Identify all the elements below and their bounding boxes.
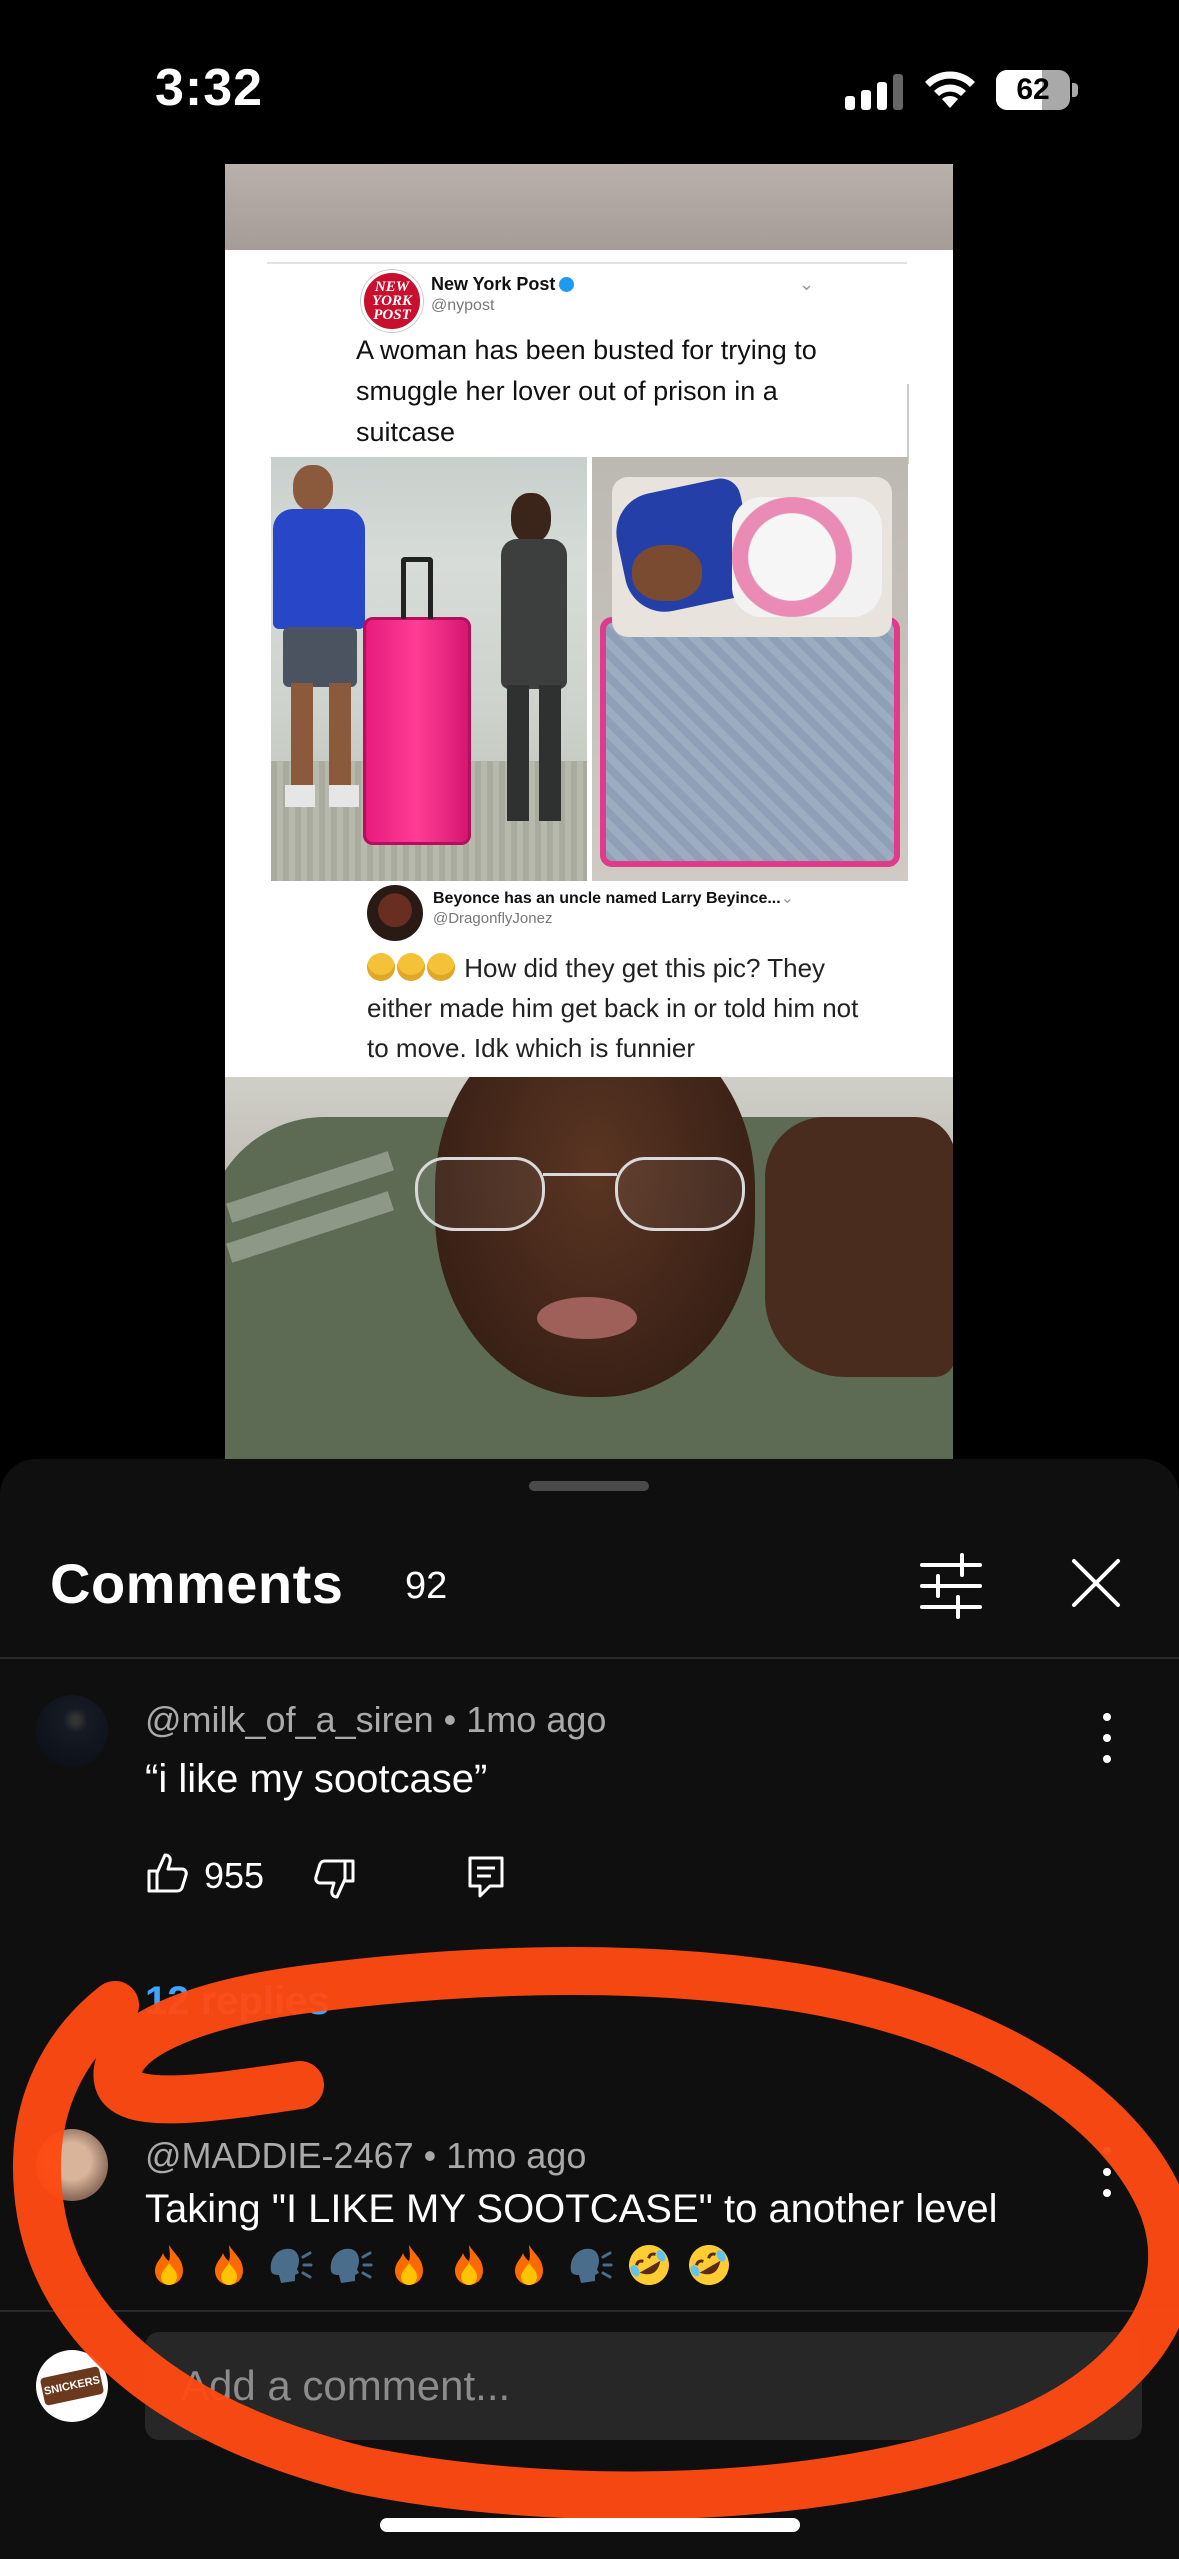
- reply-text: How did they get this pic? They either m…: [367, 953, 859, 1063]
- chevron-down-icon: ⌄: [799, 274, 815, 294]
- commenter-avatar[interactable]: [36, 1695, 108, 1767]
- home-indicator[interactable]: [380, 2518, 800, 2532]
- screen: 3:32 62 NEW YORK POST New York Post @nyp…: [0, 0, 1179, 2559]
- laughing-emoji-icon: [427, 953, 455, 982]
- rofl-emoji-icon: [685, 2241, 733, 2289]
- comment-age: 1mo ago: [446, 2135, 587, 2176]
- speaking-head-emoji-icon: [265, 2241, 313, 2289]
- my-avatar[interactable]: SNICKERS: [36, 2350, 108, 2422]
- fire-emoji-icon: [145, 2241, 193, 2289]
- battery-percent: 62: [1016, 73, 1050, 106]
- comment-author: @milk_of_a_siren: [145, 1699, 434, 1740]
- more-options-icon[interactable]: [1100, 1713, 1114, 1763]
- tweet-side-rule: [907, 384, 909, 464]
- reply-author: Beyonce has an uncle named Larry Beyince…: [433, 890, 795, 907]
- tweet-screenshot: NEW YORK POST New York Post @nypost ⌄ A …: [225, 250, 953, 1077]
- view-replies-link[interactable]: 12 replies: [145, 1979, 330, 2024]
- creator-face-frame: [225, 1077, 953, 1459]
- tweet-photo-suitcase: [592, 457, 908, 881]
- comment-age: 1mo ago: [466, 1699, 607, 1740]
- verified-badge-icon: [559, 276, 575, 292]
- comments-sheet: Comments 92 @milk_of_a_siren • 1mo ago “…: [0, 1459, 1179, 2559]
- speaking-head-emoji-icon: [325, 2241, 373, 2289]
- sort-filter-icon[interactable]: [918, 1553, 984, 1619]
- tweet-text: A woman has been busted for trying to sm…: [356, 335, 817, 447]
- header-divider: [0, 1657, 1179, 1659]
- laughing-emoji-icon: [367, 953, 395, 982]
- commenter-avatar[interactable]: [36, 2129, 108, 2201]
- battery-icon: 62: [996, 70, 1078, 110]
- input-divider: [0, 2310, 1179, 2312]
- thumbs-down-icon[interactable]: [313, 1857, 357, 1901]
- sheet-drag-handle[interactable]: [529, 1481, 649, 1491]
- cellular-signal-icon: [845, 74, 903, 110]
- comment-author: @MADDIE-2467: [145, 2135, 414, 2176]
- fire-emoji-icon: [385, 2241, 433, 2289]
- add-comment-input[interactable]: [145, 2332, 1142, 2440]
- comments-title: Comments: [50, 1552, 344, 1615]
- more-options-icon[interactable]: [1100, 2147, 1114, 2197]
- thumbs-up-icon[interactable]: [145, 1851, 189, 1895]
- status-time: 3:32: [155, 59, 264, 117]
- rofl-emoji-icon: [625, 2241, 673, 2289]
- nypost-logo: NEW YORK POST: [361, 270, 423, 332]
- wifi-icon: [925, 71, 975, 108]
- tweet-author: New York Post: [431, 274, 575, 295]
- laughing-emoji-icon: [397, 953, 425, 982]
- comment-meta: @milk_of_a_siren • 1mo ago: [145, 1699, 607, 1740]
- fire-emoji-icon: [505, 2241, 553, 2289]
- comment-meta: @MADDIE-2467 • 1mo ago: [145, 2135, 587, 2176]
- like-count: 955: [204, 1855, 265, 1896]
- comment-text: Taking "I LIKE MY SOOTCASE" to another l…: [145, 2187, 998, 2231]
- video-top-band: [225, 164, 953, 250]
- tweet-handle: @nypost: [431, 297, 495, 314]
- reply-comment-icon[interactable]: [466, 1854, 506, 1898]
- reply-handle: @DragonflyJonez: [433, 910, 553, 927]
- tweet-photo-couple: [271, 457, 587, 881]
- comment-text: “i like my sootcase”: [145, 1757, 488, 1801]
- tweet-divider: [267, 262, 907, 264]
- reply-avatar: [367, 885, 423, 941]
- comment-emoji-row: [145, 2241, 733, 2289]
- close-icon[interactable]: [1066, 1553, 1126, 1613]
- video-player[interactable]: NEW YORK POST New York Post @nypost ⌄ A …: [225, 164, 953, 1459]
- comments-count: 92: [405, 1565, 448, 1607]
- fire-emoji-icon: [445, 2241, 493, 2289]
- speaking-head-emoji-icon: [565, 2241, 613, 2289]
- fire-emoji-icon: [205, 2241, 253, 2289]
